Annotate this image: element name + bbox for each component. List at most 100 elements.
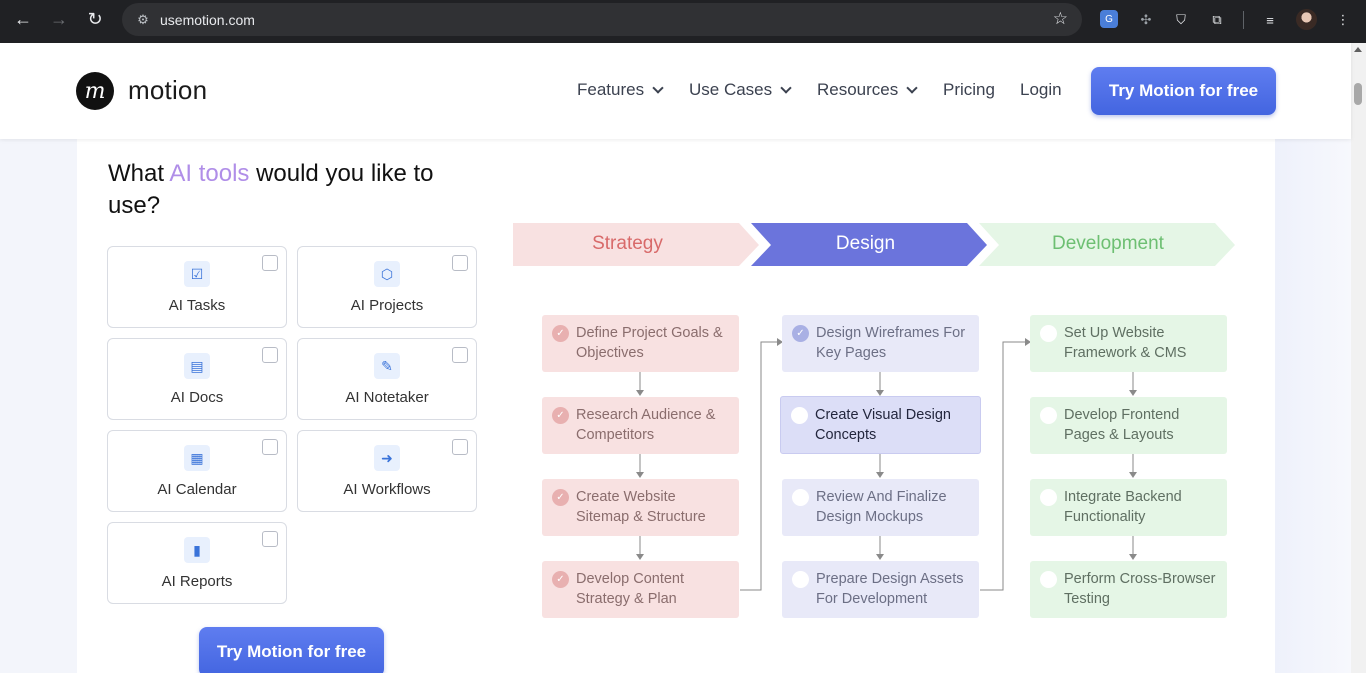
task-label: Review And Finalize Design Mockups <box>816 489 947 525</box>
tool-label: AI Workflows <box>343 481 431 498</box>
checklist-icon: ☑ <box>184 261 210 287</box>
background-gradient <box>1275 139 1351 673</box>
task-card[interactable]: ✓ Develop Content Strategy & Plan <box>542 561 739 618</box>
tool-option-ai-docs[interactable]: ▤ AI Docs <box>107 338 287 420</box>
nav-resources[interactable]: Resources <box>817 80 918 100</box>
chevron-down-icon <box>652 81 664 94</box>
scroll-up-arrow-icon[interactable] <box>1354 47 1362 52</box>
check-circle-icon: ✓ <box>552 325 569 342</box>
task-card[interactable]: Review And Finalize Design Mockups <box>782 479 979 536</box>
logo-text[interactable]: motion <box>128 75 207 106</box>
puzzle-extensions-icon[interactable]: ⧉ <box>1205 8 1229 32</box>
chevron-down-icon <box>780 81 792 94</box>
tool-option-ai-projects[interactable]: ⬡ AI Projects <box>297 246 477 328</box>
tool-checkbox[interactable] <box>262 439 278 455</box>
scroll-thumb[interactable] <box>1354 83 1362 105</box>
site-header: m motion Features Use Cases Resources Pr… <box>0 43 1351 139</box>
try-motion-bottom-button[interactable]: Try Motion for free <box>199 627 384 673</box>
phase-label-strategy: Strategy <box>540 233 715 255</box>
shield-extension-icon[interactable]: ⛉ <box>1169 8 1193 32</box>
nav-login[interactable]: Login <box>1020 80 1062 100</box>
try-motion-header-button[interactable]: Try Motion for free <box>1091 67 1276 115</box>
task-label: Perform Cross-Browser Testing <box>1064 571 1216 607</box>
page-scrollbar[interactable] <box>1351 43 1366 673</box>
task-card[interactable]: Prepare Design Assets For Development <box>782 561 979 618</box>
tools-question-heading: What AI tools would you like to use? <box>108 158 468 222</box>
back-icon[interactable]: ← <box>5 1 41 37</box>
nav-use-cases[interactable]: Use Cases <box>689 80 792 100</box>
task-label: Design Wireframes For Key Pages <box>816 325 966 361</box>
question-prefix: What <box>108 160 170 187</box>
bar-chart-icon: ▮ <box>184 537 210 563</box>
tool-checkbox[interactable] <box>452 347 468 363</box>
task-label: Develop Frontend Pages & Layouts <box>1064 407 1180 443</box>
nav-pricing[interactable]: Pricing <box>943 80 995 100</box>
phase-development-text: Development <box>1052 233 1164 254</box>
tool-option-ai-calendar[interactable]: ▦ AI Calendar <box>107 430 287 512</box>
empty-circle-icon <box>792 571 809 588</box>
task-card[interactable]: Set Up Website Framework & CMS <box>1030 315 1227 372</box>
forward-icon[interactable]: → <box>41 1 77 37</box>
tool-option-ai-reports[interactable]: ▮ AI Reports <box>107 522 287 604</box>
tool-checkbox[interactable] <box>262 347 278 363</box>
tool-checkbox[interactable] <box>262 255 278 271</box>
toolbar-divider <box>1243 11 1244 29</box>
cube-icon: ⬡ <box>374 261 400 287</box>
task-card[interactable]: Integrate Backend Functionality <box>1030 479 1227 536</box>
task-label: Develop Content Strategy & Plan <box>576 571 685 607</box>
reading-list-icon[interactable]: ≡ <box>1258 8 1282 32</box>
task-label: Research Audience & Competitors <box>576 407 716 443</box>
phase-label-development: Development <box>1008 233 1208 255</box>
arrow-circle-icon: ➜ <box>374 445 400 471</box>
empty-circle-icon <box>791 407 808 424</box>
phase-design-text: Design <box>835 233 896 254</box>
bookmark-star-icon[interactable]: ☆ <box>1053 9 1068 29</box>
url-text[interactable]: usemotion.com <box>160 12 255 28</box>
task-card-active[interactable]: Create Visual Design Concepts <box>780 396 981 454</box>
task-card[interactable]: ✓ Design Wireframes For Key Pages <box>782 315 979 372</box>
task-label: Prepare Design Assets For Development <box>816 571 964 607</box>
tool-label: AI Notetaker <box>345 389 429 406</box>
task-card[interactable]: Develop Frontend Pages & Layouts <box>1030 397 1227 454</box>
nav-resources-label: Resources <box>817 80 899 99</box>
tool-checkbox[interactable] <box>262 531 278 547</box>
nav-use-cases-label: Use Cases <box>689 80 773 99</box>
task-label: Create Website Sitemap & Structure <box>576 489 706 525</box>
tool-option-ai-notetaker[interactable]: ✎ AI Notetaker <box>297 338 477 420</box>
nav-features[interactable]: Features <box>577 80 664 100</box>
tool-checkbox[interactable] <box>452 439 468 455</box>
empty-circle-icon <box>792 489 809 506</box>
empty-circle-icon <box>1040 325 1057 342</box>
tool-label: AI Tasks <box>168 297 226 314</box>
extension-icon[interactable]: ✣ <box>1134 8 1158 32</box>
chevron-down-icon <box>906 81 918 94</box>
empty-circle-icon <box>1040 489 1057 506</box>
check-circle-icon: ✓ <box>792 325 809 342</box>
task-label: Create Visual Design Concepts <box>815 407 951 443</box>
tool-option-ai-tasks[interactable]: ☑ AI Tasks <box>107 246 287 328</box>
question-accent: AI tools <box>169 160 250 187</box>
task-label: Define Project Goals & Objectives <box>576 325 723 361</box>
check-circle-icon: ✓ <box>552 407 569 424</box>
tool-checkbox[interactable] <box>452 255 468 271</box>
motion-logo-icon[interactable]: m <box>76 72 114 110</box>
profile-avatar[interactable] <box>1296 9 1317 30</box>
task-label: Integrate Backend Functionality <box>1064 489 1182 525</box>
more-menu-icon[interactable]: ⋮ <box>1331 8 1355 32</box>
site-settings-icon[interactable]: ⚙ <box>128 12 158 28</box>
task-card[interactable]: Perform Cross-Browser Testing <box>1030 561 1227 618</box>
translate-extension-icon[interactable]: G <box>1100 10 1118 28</box>
task-card[interactable]: ✓ Create Website Sitemap & Structure <box>542 479 739 536</box>
task-card[interactable]: ✓ Research Audience & Competitors <box>542 397 739 454</box>
tool-label: AI Projects <box>350 297 424 314</box>
reload-icon[interactable]: ↻ <box>77 1 113 37</box>
phase-label-design: Design <box>778 233 953 255</box>
tool-option-ai-workflows[interactable]: ➜ AI Workflows <box>297 430 477 512</box>
check-circle-icon: ✓ <box>552 571 569 588</box>
nav-features-label: Features <box>577 80 645 99</box>
task-card[interactable]: ✓ Define Project Goals & Objectives <box>542 315 739 372</box>
document-icon: ▤ <box>184 353 210 379</box>
address-bar[interactable]: ⚙ usemotion.com ☆ <box>122 3 1082 36</box>
empty-circle-icon <box>1040 407 1057 424</box>
pen-sparkle-icon: ✎ <box>374 353 400 379</box>
